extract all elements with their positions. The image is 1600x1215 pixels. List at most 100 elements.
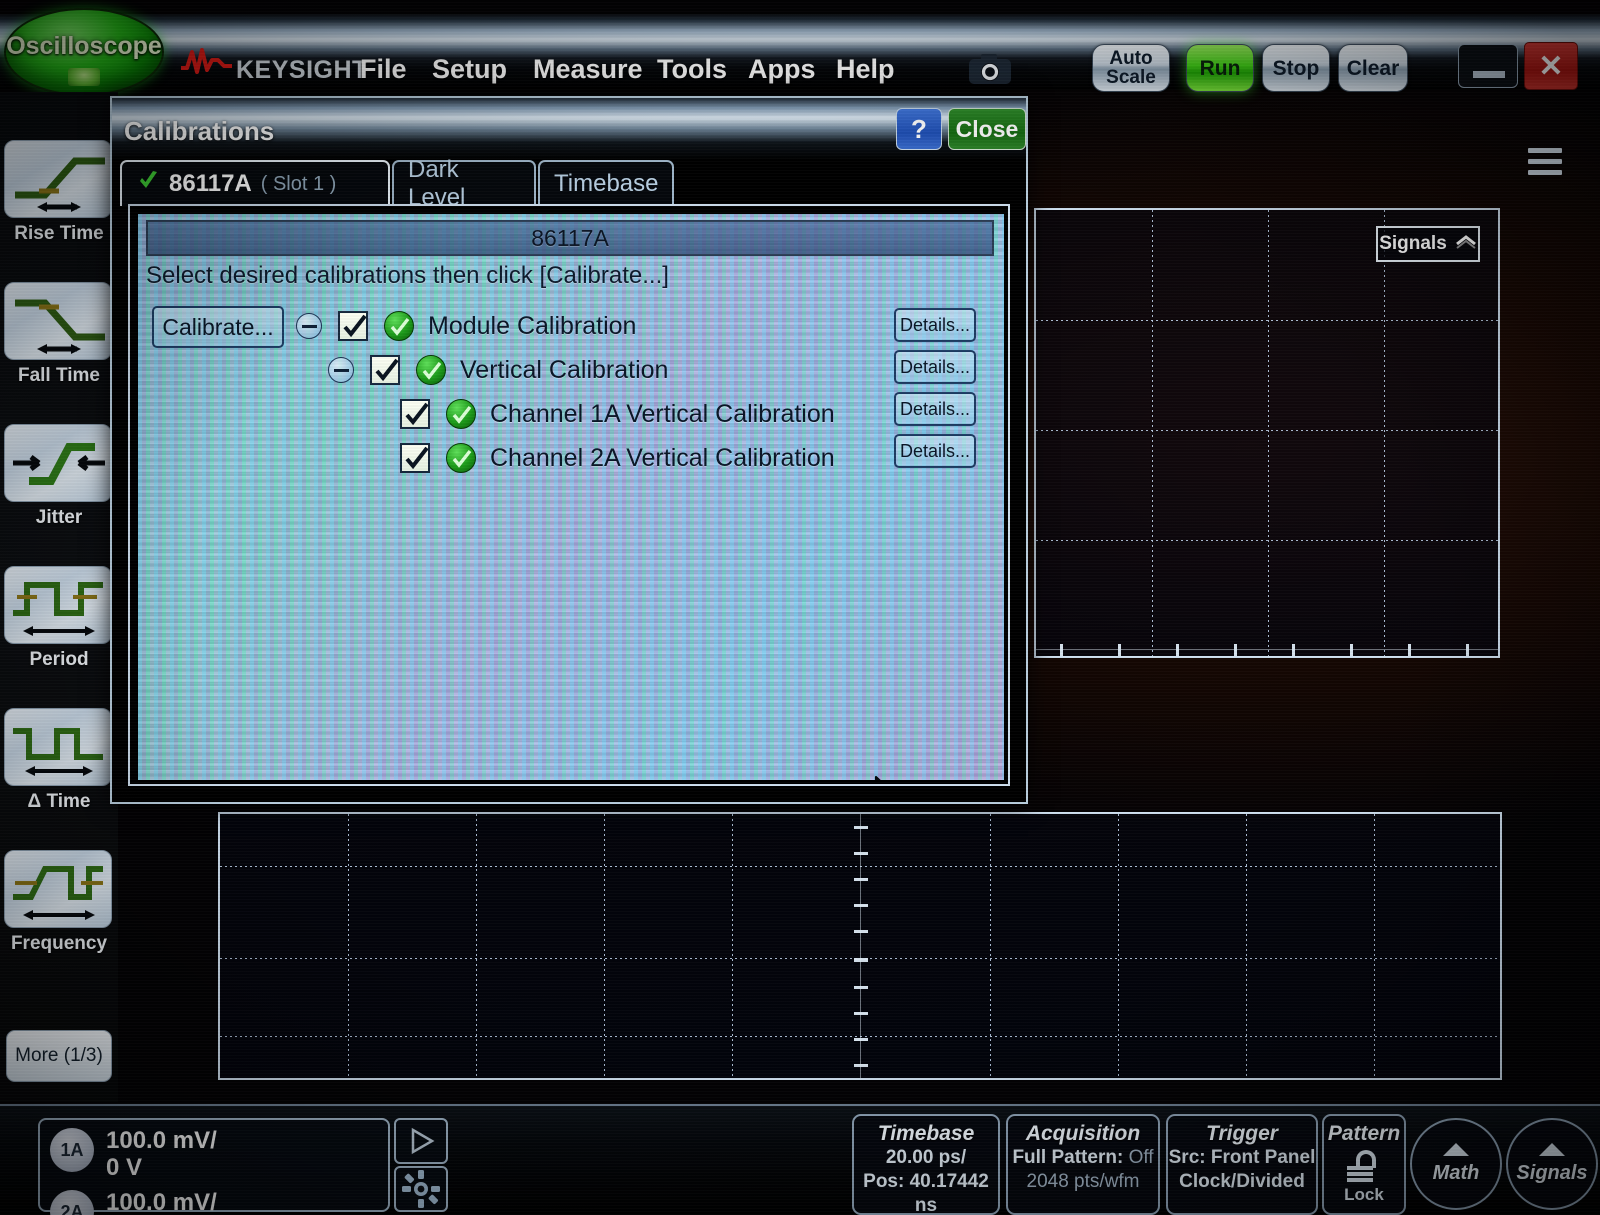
timebase-status-box[interactable]: Timebase 20.00 ps/ Pos: 40.17442 ns: [852, 1114, 1000, 1215]
trigger-mode: Clock/Divided: [1179, 1170, 1305, 1192]
pill-highlight: [68, 68, 100, 86]
channel-1a-scale: 100.0 mV/: [106, 1127, 217, 1154]
menu-setup[interactable]: Setup: [432, 54, 507, 85]
jitter-icon: [4, 424, 112, 502]
signals-label: Signals: [1516, 1162, 1588, 1184]
details-button-module[interactable]: Details...: [894, 308, 976, 342]
auto-scale-button[interactable]: Auto Scale: [1092, 44, 1170, 92]
tab-86117a[interactable]: 86117A ( Slot 1 ): [120, 160, 390, 206]
signals-panel-label: Signals: [1379, 233, 1447, 254]
waveform-graticule-top[interactable]: [1034, 208, 1500, 658]
menu-tools[interactable]: Tools: [657, 54, 727, 85]
oscilloscope-mode-button[interactable]: Oscilloscope: [4, 8, 164, 96]
play-button[interactable]: [394, 1118, 448, 1164]
tree-row-channel-2a[interactable]: Channel 2A Vertical Calibration: [400, 438, 835, 478]
delta-time-icon: [4, 708, 112, 786]
sidebar-label-rise-time: Rise Time: [14, 223, 104, 244]
frequency-icon: [4, 850, 112, 928]
tree-row-module-calibration[interactable]: Module Calibration: [296, 306, 636, 346]
timebase-scale: 20.00 ps/: [885, 1147, 967, 1168]
pattern-title: Pattern: [1327, 1122, 1401, 1145]
tab-timebase-label: Timebase: [554, 170, 659, 197]
tree-label-module-calibration: Module Calibration: [428, 311, 637, 340]
help-button[interactable]: ?: [896, 108, 942, 150]
collapse-icon-vertical[interactable]: [328, 357, 354, 383]
menu-apps[interactable]: Apps: [748, 54, 816, 85]
sidebar-label-fall-time: Fall Time: [17, 365, 100, 386]
trigger-source: Src: Front Panel: [1168, 1147, 1316, 1168]
tab-timebase[interactable]: Timebase: [538, 160, 674, 206]
trigger-status-box[interactable]: Trigger Src: Front Panel Clock/Divided: [1166, 1114, 1318, 1215]
close-window-button[interactable]: ✕: [1524, 42, 1578, 90]
camera-icon[interactable]: [968, 52, 1012, 86]
sidebar-item-period[interactable]: Period: [4, 566, 114, 671]
menu-help[interactable]: Help: [836, 54, 895, 85]
minimize-button[interactable]: [1458, 44, 1518, 88]
dialog-close-button[interactable]: Close: [948, 108, 1026, 150]
math-label: Math: [1432, 1162, 1480, 1184]
checkbox-channel-2a[interactable]: [400, 443, 430, 473]
checkbox-channel-1a[interactable]: [400, 399, 430, 429]
mouse-cursor: [874, 775, 900, 780]
menu-icon[interactable]: [1528, 148, 1562, 175]
dialog-title: Calibrations: [124, 116, 275, 146]
tree-row-vertical-calibration[interactable]: Vertical Calibration: [328, 350, 668, 390]
channel-row-2a[interactable]: 2A 100.0 mV/: [50, 1189, 217, 1215]
dialog-body: 86117A Select desired calibrations then …: [128, 204, 1010, 786]
tree-label-channel-2a: Channel 2A Vertical Calibration: [490, 443, 835, 472]
math-button[interactable]: Math: [1410, 1118, 1502, 1210]
acquisition-full-pattern-label: Full Pattern:: [1012, 1147, 1124, 1168]
run-button[interactable]: Run: [1186, 44, 1254, 92]
status-badge-module: [384, 311, 414, 341]
acquisition-status-box[interactable]: Acquisition Full Pattern: Off 2048 pts/w…: [1006, 1114, 1160, 1215]
signals-button[interactable]: Signals: [1506, 1118, 1598, 1210]
details-button-channel-1a[interactable]: Details...: [894, 392, 976, 426]
tab-86117a-label: 86117A: [169, 170, 252, 197]
timebase-position: Pos: 40.17442 ns: [863, 1170, 989, 1215]
channel-row-1a[interactable]: 1A 100.0 mV/ 0 V: [50, 1127, 217, 1182]
sidebar-item-delta-time[interactable]: Δ Time: [4, 708, 114, 813]
horizontal-axis-ticks-top: [1036, 644, 1498, 656]
waveform-graticule-bottom[interactable]: [218, 812, 1502, 1080]
calibrate-button[interactable]: Calibrate...: [152, 306, 284, 348]
auto-scale-label-line2: Scale: [1106, 67, 1156, 88]
measurement-sidebar: Rise Time Fall Time Jitter Period Δ Time…: [0, 92, 118, 1102]
channel-settings-box[interactable]: 1A 100.0 mV/ 0 V 2A 100.0 mV/: [38, 1118, 390, 1215]
checkbox-vertical-calibration[interactable]: [370, 355, 400, 385]
sidebar-item-fall-time[interactable]: Fall Time: [4, 282, 114, 387]
acquisition-full-pattern-value: Off: [1128, 1147, 1154, 1168]
details-button-channel-2a[interactable]: Details...: [894, 434, 976, 468]
chevron-up-icon-math: [1443, 1143, 1469, 1156]
fall-time-icon: [4, 282, 112, 360]
tree-label-channel-1a: Channel 1A Vertical Calibration: [490, 399, 835, 428]
menu-file[interactable]: File: [360, 54, 407, 85]
dialog-title-bar: Calibrations ? Close: [112, 98, 1026, 160]
acquisition-points: 2048 pts/wfm: [1026, 1170, 1140, 1192]
tree-row-channel-1a[interactable]: Channel 1A Vertical Calibration: [400, 394, 835, 434]
sidebar-more-button[interactable]: More (1/3): [6, 1030, 112, 1082]
menu-measure[interactable]: Measure: [533, 54, 643, 85]
rise-time-icon: [4, 140, 112, 218]
status-badge-vertical: [416, 355, 446, 385]
clear-button[interactable]: Clear: [1338, 44, 1408, 92]
top-menu-bar: Oscilloscope KEYSIGHT File Setup Measure…: [0, 8, 1600, 96]
signals-panel-toggle[interactable]: Signals: [1376, 226, 1480, 262]
period-icon: [4, 566, 112, 644]
chevron-up-icon-signals: [1539, 1143, 1565, 1156]
sidebar-item-jitter[interactable]: Jitter: [4, 424, 114, 529]
channel-2a-scale: 100.0 mV/: [106, 1189, 217, 1215]
details-button-vertical[interactable]: Details...: [894, 350, 976, 384]
sidebar-item-frequency[interactable]: Frequency: [4, 850, 114, 955]
checkbox-module-calibration[interactable]: [338, 311, 368, 341]
tab-dark-level[interactable]: Dark Level: [392, 156, 536, 211]
sidebar-label-jitter: Jitter: [35, 507, 83, 528]
collapse-icon-module[interactable]: [296, 313, 322, 339]
stop-button[interactable]: Stop: [1262, 44, 1330, 92]
tab-status-ok-icon: [136, 169, 160, 200]
minimize-icon: [1473, 71, 1505, 78]
gear-icon[interactable]: [394, 1166, 448, 1212]
panel-instruction: Select desired calibrations then click […: [146, 262, 669, 289]
pattern-lock-box[interactable]: Pattern Lock: [1322, 1114, 1406, 1215]
sidebar-item-rise-time[interactable]: Rise Time: [4, 140, 114, 245]
pattern-lock-label: Lock: [1344, 1185, 1384, 1204]
